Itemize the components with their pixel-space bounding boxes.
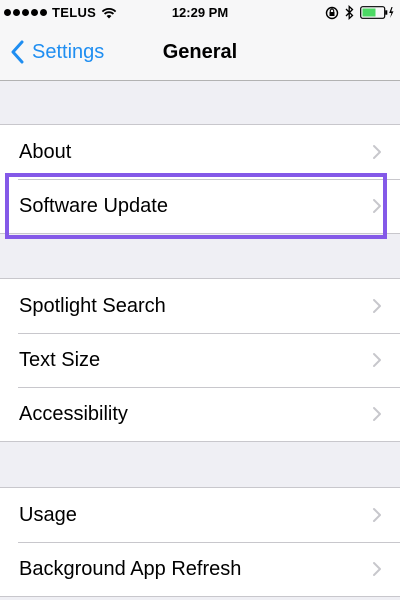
chevron-right-icon — [373, 299, 381, 313]
bluetooth-icon — [345, 5, 354, 20]
row-text-size[interactable]: Text Size — [0, 333, 400, 387]
row-accessibility[interactable]: Accessibility — [0, 387, 400, 441]
battery-charging-icon — [360, 6, 394, 19]
orientation-lock-icon — [325, 6, 339, 19]
row-label: Accessibility — [19, 402, 128, 425]
row-spotlight-search[interactable]: Spotlight Search — [0, 279, 400, 333]
row-label: Usage — [19, 503, 77, 526]
row-label: About — [19, 140, 72, 163]
page-title: General — [162, 41, 238, 63]
row-label: Text Size — [19, 348, 101, 371]
chevron-right-icon — [373, 508, 381, 522]
highlight-box — [5, 173, 387, 239]
chevron-right-icon — [373, 562, 381, 576]
settings-group-2: Spotlight Search Text Size Accessibility — [0, 278, 400, 442]
nav-bar: Settings General — [0, 26, 400, 81]
chevron-right-icon — [373, 145, 381, 159]
row-background-app-refresh[interactable]: Background App Refresh — [0, 542, 400, 596]
row-usage[interactable]: Usage — [0, 488, 400, 542]
settings-group-3: Usage Background App Refresh — [0, 487, 400, 597]
row-label: Background App Refresh — [19, 557, 242, 580]
row-about[interactable]: About — [0, 125, 400, 179]
chevron-right-icon — [373, 353, 381, 367]
chevron-right-icon — [373, 407, 381, 421]
status-bar: TELUS 12:29 PM — [0, 0, 400, 26]
status-right — [325, 5, 394, 20]
row-label: Spotlight Search — [19, 294, 166, 317]
